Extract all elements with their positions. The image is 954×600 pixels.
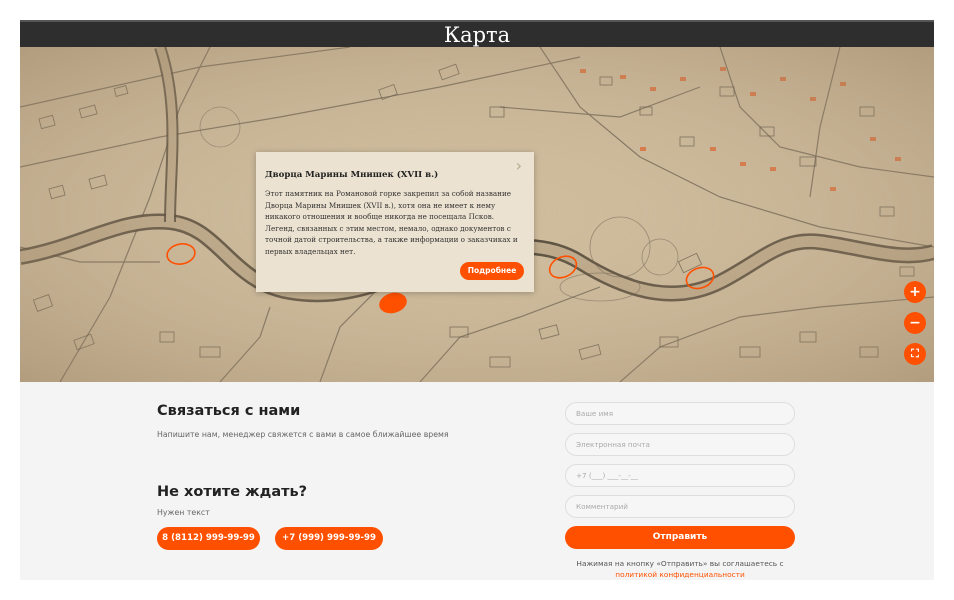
wait-title: Не хотите ждать? (157, 484, 308, 500)
phone-button-1[interactable]: 8 (8112) 999-99-99 (157, 527, 260, 550)
popup-text: Этот памятник на Романовой горке закрепи… (265, 189, 518, 256)
phone-button-2[interactable]: +7 (999) 999-99-99 (275, 527, 383, 550)
name-input[interactable]: Ваше имя (565, 402, 795, 425)
wait-text: Нужен текст (157, 508, 210, 517)
popup-title: Дворца Марины Мнишек (XVII в.) (265, 170, 439, 180)
page-frame: Карта › Дворца Марины Мнишек (XVII в.) Э… (20, 20, 934, 580)
privacy-policy-link[interactable]: политикой конфиденциальности (615, 570, 745, 579)
zoom-in-button[interactable]: + (904, 281, 926, 303)
fullscreen-button[interactable]: ⛶ (904, 343, 926, 365)
contact-title: Связаться с нами (157, 403, 301, 419)
email-input[interactable]: Электронная почта (565, 433, 795, 456)
consent-note: Нажимая на кнопку «Отправить» вы соглаша… (565, 558, 795, 580)
map-view[interactable]: › Дворца Марины Мнишек (XVII в.) Этот па… (20, 47, 934, 382)
submit-button[interactable]: Отправить (565, 526, 795, 549)
comment-input[interactable]: Комментарий (565, 495, 795, 518)
popup-more-button[interactable]: Подробнее (460, 262, 524, 280)
contact-subtitle: Напишите нам, менеджер свяжется с вами в… (157, 430, 449, 439)
chevron-right-icon[interactable]: › (516, 158, 522, 174)
map-popup: › Дворца Марины Мнишек (XVII в.) Этот па… (256, 152, 534, 292)
consent-text: Нажимая на кнопку «Отправить» вы соглаша… (576, 559, 784, 568)
contact-section: Связаться с нами Напишите нам, менеджер … (20, 382, 934, 580)
zoom-out-button[interactable]: − (904, 312, 926, 334)
map-title: Карта (443, 23, 511, 47)
phone-input[interactable]: +7 (___) ___-__-__ (565, 464, 795, 487)
map-header: Карта (20, 20, 934, 47)
